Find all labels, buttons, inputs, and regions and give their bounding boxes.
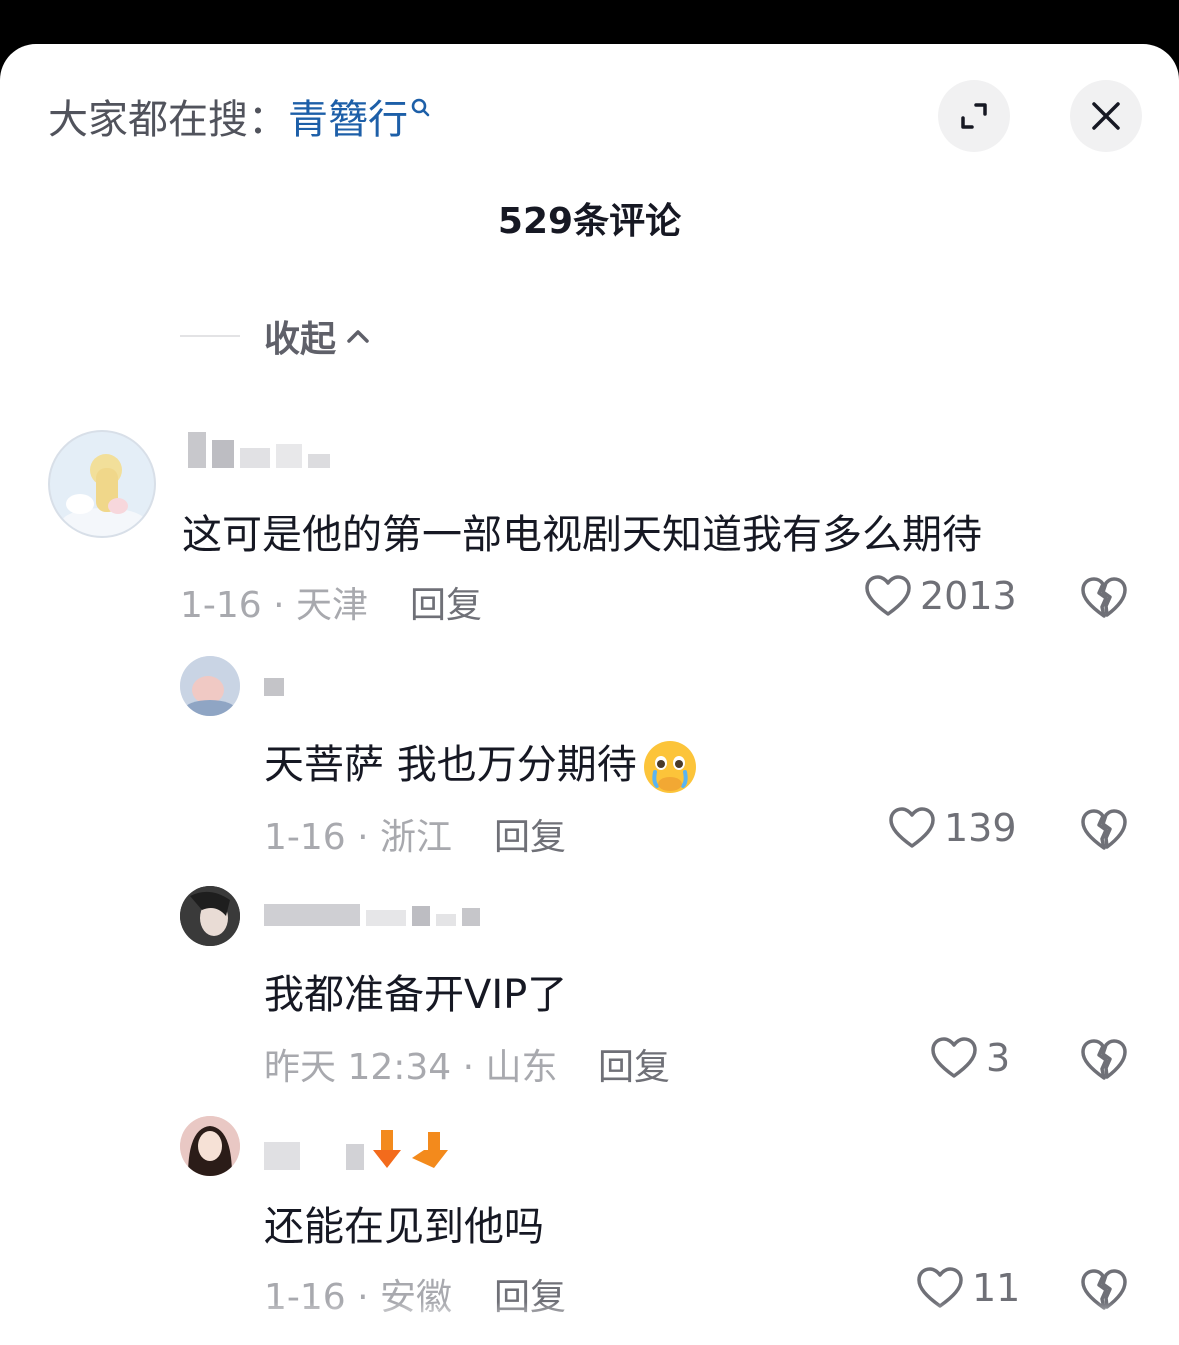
comment-text: 这可是他的第一部电视剧天知道我有多么期待 [182, 512, 982, 558]
like-count: 3 [986, 1036, 1011, 1080]
dislike-button[interactable] [1080, 808, 1128, 856]
broken-heart-icon [1081, 809, 1127, 850]
comment-text: 我都准备开VIP了 [264, 972, 568, 1018]
like-button[interactable]: 2013 [864, 574, 1017, 618]
heart-outline-icon [889, 807, 935, 848]
search-term-label: 青簪行 [288, 97, 408, 143]
bottom-fade [0, 1302, 1179, 1345]
comment-date-location: 昨天 12:34 · 山东 [264, 1047, 558, 1088]
comment-text-label: 天菩萨 我也万分期待 [264, 742, 637, 788]
dislike-button[interactable] [1080, 1038, 1128, 1086]
search-term-link[interactable]: 青簪行 [288, 87, 431, 145]
like-button[interactable]: 3 [930, 1036, 1010, 1080]
like-button[interactable]: 139 [888, 806, 1017, 850]
comment-text: 还能在见到他吗 [264, 1204, 544, 1250]
search-icon [411, 98, 430, 117]
comment-count-title: 529条评论 [497, 201, 682, 242]
divider [180, 335, 240, 337]
avatar[interactable] [48, 430, 156, 538]
broken-heart-icon [1081, 577, 1127, 618]
avatar[interactable] [180, 656, 240, 716]
comment-text: 天菩萨 我也万分期待 [264, 732, 699, 796]
collapse-replies-button[interactable]: 收起 [180, 310, 372, 362]
expand-button[interactable] [938, 80, 1010, 152]
collapse-label: 收起 [264, 319, 337, 360]
chevron-up-icon [347, 330, 369, 343]
avatar[interactable] [180, 1116, 240, 1176]
broken-heart-icon [1081, 1039, 1127, 1080]
username-blurred[interactable] [188, 432, 330, 468]
username-blurred[interactable] [264, 1130, 450, 1170]
search-prefix: 大家都在搜： [48, 97, 288, 143]
username-blurred[interactable] [264, 904, 480, 926]
close-icon [1092, 102, 1120, 130]
dislike-button[interactable] [1080, 576, 1128, 624]
heart-outline-icon [931, 1037, 977, 1078]
like-count: 2013 [920, 574, 1017, 618]
reply-button[interactable]: 回复 [410, 576, 482, 628]
badge-arrow-icon [412, 1132, 448, 1168]
badge-arrow-icon [373, 1130, 401, 1168]
heart-outline-icon [865, 575, 911, 616]
close-button[interactable] [1070, 80, 1142, 152]
comments-sheet: 大家都在搜： 青簪行 529条评论 收起 这可是他的第一部电视剧天知道我有多么期… [0, 44, 1179, 1345]
reply-button[interactable]: 回复 [598, 1038, 670, 1090]
reply-button[interactable]: 回复 [494, 808, 566, 860]
avatar[interactable] [180, 886, 240, 946]
search-suggestion: 大家都在搜： 青簪行 [48, 92, 431, 143]
like-count: 139 [944, 806, 1017, 850]
crying-face-emoji [643, 741, 696, 793]
username-blurred[interactable] [264, 678, 284, 696]
comment-date-location: 1-16 · 浙江 [264, 817, 453, 858]
expand-icon [961, 103, 987, 129]
comment-date-location: 1-16 · 天津 [180, 585, 369, 626]
